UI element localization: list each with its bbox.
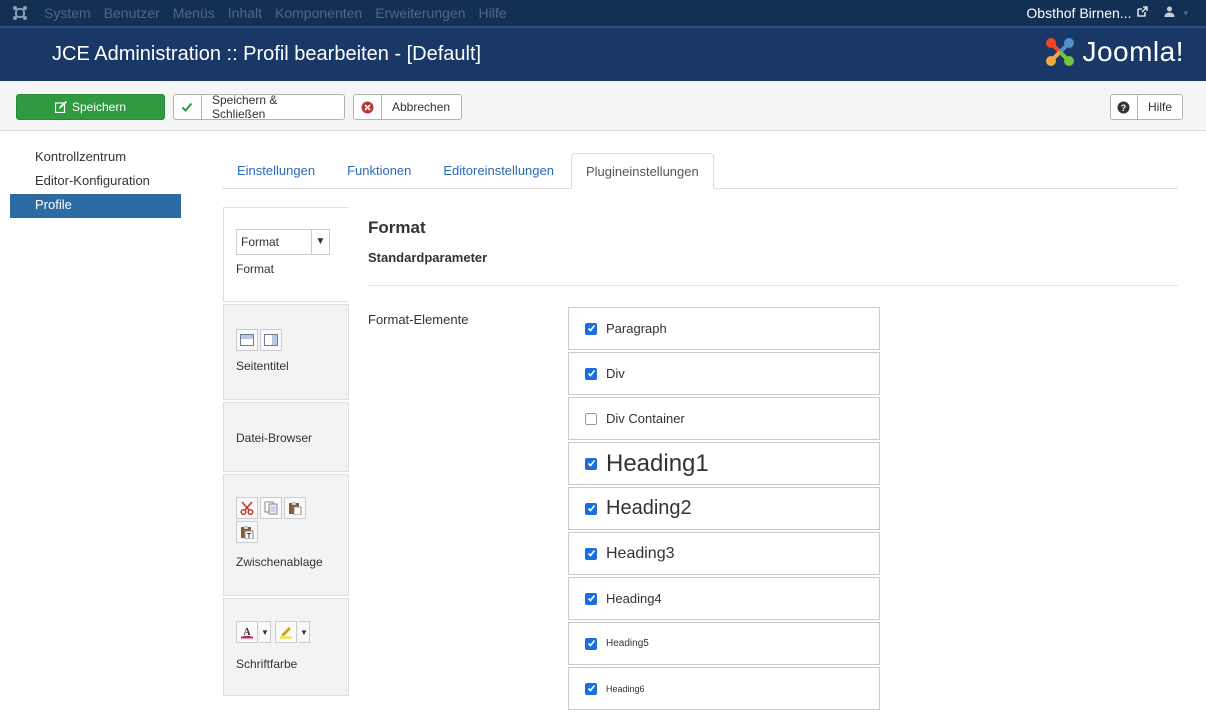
plugin-item-seitentitel[interactable]: Seitentitel: [223, 304, 349, 400]
edit-icon: [54, 95, 67, 119]
checkbox[interactable]: [585, 367, 597, 380]
joomla-wordmark: Joomla!: [1082, 36, 1184, 67]
joomla-logo: Joomla!: [1044, 36, 1184, 68]
checkbox[interactable]: [585, 637, 597, 650]
format-option-heading1[interactable]: Heading1: [568, 442, 880, 485]
checkbox[interactable]: [585, 322, 597, 335]
checkbox[interactable]: [585, 547, 597, 560]
menu-system[interactable]: System: [44, 0, 91, 26]
tab-plugineinstellungen[interactable]: Plugineinstellungen: [570, 153, 714, 189]
save-close-button[interactable]: Speichern & Schließen: [173, 93, 345, 121]
topbar-right: Obsthof Birnen... ▾: [1026, 0, 1206, 26]
plugin-label: Format: [236, 262, 275, 276]
menu-hilfe[interactable]: Hilfe: [478, 0, 506, 26]
save-label: Speichern: [71, 100, 127, 114]
plugin-icons: [236, 329, 326, 353]
svg-text:?: ?: [1121, 103, 1127, 113]
check-icon: [174, 95, 202, 119]
question-icon: ?: [1111, 95, 1138, 119]
plugin-label: Datei-Browser: [236, 431, 313, 445]
dropdown-arrow-icon: ▼: [311, 230, 329, 254]
tab-funktionen[interactable]: Funktionen: [332, 153, 426, 188]
chevron-down-icon: ▼: [260, 621, 271, 643]
menu-benutzer[interactable]: Benutzer: [104, 0, 160, 26]
format-option-heading5[interactable]: Heading5: [568, 622, 880, 665]
sidebar-item-profile[interactable]: Profile: [10, 194, 181, 218]
user-icon[interactable]: [1164, 6, 1175, 20]
plugin-label: Seitentitel: [236, 359, 289, 373]
font-color-icon: A: [236, 621, 258, 643]
sidebar: Kontrollzentrum Editor-Konfiguration Pro…: [10, 146, 181, 218]
checkbox[interactable]: [585, 412, 597, 425]
format-option-heading3[interactable]: Heading3: [568, 532, 880, 575]
plugin-label: Zwischenablage: [236, 555, 323, 569]
menu-erweiterungen[interactable]: Erweiterungen: [375, 0, 465, 26]
admin-menu: System Benutzer Menüs Inhalt Komponenten…: [44, 0, 520, 26]
cancel-button[interactable]: Abbrechen: [353, 94, 462, 120]
section-subtitle: Standardparameter: [368, 250, 488, 265]
page-title: JCE Administration :: Profil bearbeiten …: [52, 43, 482, 65]
plugin-item-datei-browser[interactable]: Datei-Browser: [223, 402, 349, 472]
menu-inhalt[interactable]: Inhalt: [228, 0, 262, 26]
page-header: JCE Administration :: Profil bearbeiten …: [0, 26, 1206, 81]
format-select-value: Format: [241, 235, 280, 249]
layout-side-icon: [260, 329, 282, 351]
layout-horizontal-icon: [236, 329, 258, 351]
sidebar-item-editor-konfiguration[interactable]: Editor-Konfiguration: [10, 170, 181, 194]
plugin-list: Format ▼ Format Seitentitel Datei-Browse…: [223, 207, 349, 698]
toolbar: Speichern Speichern & Schließen Abbreche…: [0, 81, 1206, 131]
site-link[interactable]: Obsthof Birnen...: [1026, 5, 1131, 21]
tab-editoreinstellungen[interactable]: Editoreinstellungen: [428, 153, 569, 188]
svg-text:T: T: [247, 533, 252, 539]
plugin-item-zwischenablage[interactable]: T Zwischenablage: [223, 474, 349, 596]
checkbox[interactable]: [585, 502, 597, 515]
format-option-heading2[interactable]: Heading2: [568, 487, 880, 530]
tab-einstellungen[interactable]: Einstellungen: [222, 153, 330, 188]
help-label: Hilfe: [1147, 100, 1172, 114]
plugin-icons: A ▼ ▼: [236, 621, 346, 645]
copy-icon: [260, 497, 282, 519]
highlight-color-icon: [275, 621, 297, 643]
cut-icon: [236, 497, 258, 519]
plugin-item-schriftfarbe[interactable]: A ▼ ▼ Schriftfarbe: [223, 598, 349, 696]
format-select: Format ▼: [236, 229, 330, 255]
save-close-label: Speichern & Schließen: [211, 93, 278, 121]
paste-icon: [284, 497, 306, 519]
save-button[interactable]: Speichern: [16, 94, 165, 120]
format-option-heading4[interactable]: Heading4: [568, 577, 880, 620]
cancel-label: Abbrechen: [392, 100, 451, 114]
plugin-label: Schriftfarbe: [236, 657, 298, 671]
chevron-down-icon[interactable]: ▾: [1183, 8, 1188, 19]
paste-text-icon: T: [236, 521, 258, 543]
format-elements-list: Paragraph Div Div Container Heading1 Hea…: [568, 307, 880, 712]
checkbox[interactable]: [585, 682, 597, 695]
cancel-icon: [354, 95, 382, 119]
format-option-div-container[interactable]: Div Container: [568, 397, 880, 440]
plugin-settings-panel: Format Standardparameter: [368, 218, 1178, 286]
menu-menues[interactable]: Menüs: [173, 0, 215, 26]
plugin-item-format[interactable]: Format ▼ Format: [223, 207, 349, 302]
svg-text:A: A: [243, 627, 251, 638]
menu-komponenten[interactable]: Komponenten: [275, 0, 362, 26]
joomla-menu-icon[interactable]: [6, 0, 34, 26]
checkbox[interactable]: [585, 457, 597, 470]
admin-menubar: System Benutzer Menüs Inhalt Komponenten…: [0, 0, 1206, 26]
tab-bar: Einstellungen Funktionen Editoreinstellu…: [222, 153, 1178, 189]
section-title: Format: [368, 218, 426, 237]
format-option-div[interactable]: Div: [568, 352, 880, 395]
sidebar-item-kontrollzentrum[interactable]: Kontrollzentrum: [10, 146, 181, 170]
format-option-paragraph[interactable]: Paragraph: [568, 307, 880, 350]
chevron-down-icon: ▼: [299, 621, 310, 643]
divider: [368, 285, 1178, 286]
joomla-logo-icon: [1046, 38, 1075, 66]
plugin-icons: T: [236, 497, 326, 545]
external-link-icon[interactable]: [1137, 6, 1149, 20]
checkbox[interactable]: [585, 592, 597, 605]
format-elements-label: Format-Elemente: [368, 312, 469, 327]
help-button[interactable]: ? Hilfe: [1110, 94, 1183, 120]
